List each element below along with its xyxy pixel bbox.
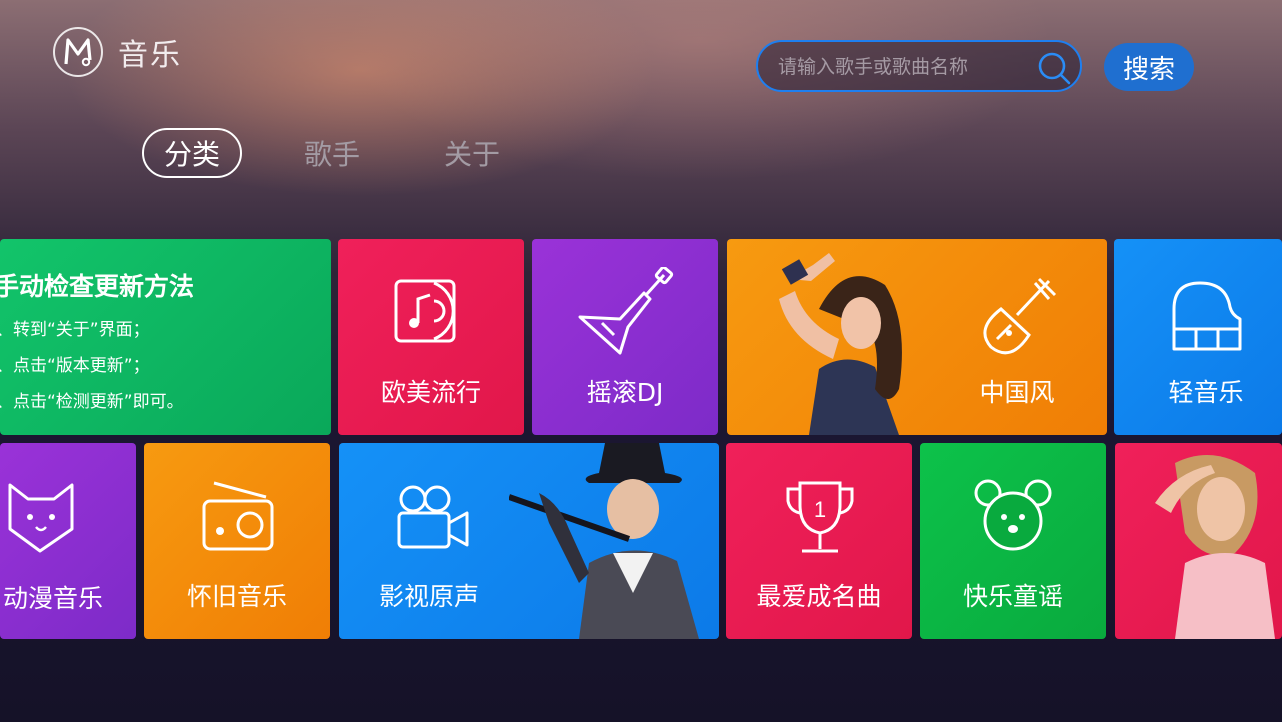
search-icon[interactable] bbox=[1036, 50, 1072, 86]
app-logo bbox=[53, 27, 103, 77]
piano-icon bbox=[1172, 281, 1242, 351]
notice-step-3: 、点击“检测更新”即可。 bbox=[0, 392, 184, 412]
category-label: 快乐童谣 bbox=[962, 582, 1063, 611]
movie-camera-icon bbox=[397, 485, 469, 549]
category-tile-rock-dj[interactable]: 摇滚DJ bbox=[532, 239, 718, 435]
category-label: 摇滚DJ bbox=[586, 378, 664, 407]
category-label: 最爱成名曲 bbox=[756, 582, 882, 611]
notice-step-1: 、转到“关于”界面； bbox=[0, 320, 150, 340]
search-input[interactable] bbox=[776, 42, 1020, 92]
tab-category[interactable]: 分类 bbox=[142, 128, 242, 178]
radio-icon bbox=[202, 481, 274, 551]
pipa-icon bbox=[983, 277, 1057, 355]
category-label: 怀旧音乐 bbox=[186, 582, 287, 611]
vinyl-record-icon bbox=[394, 279, 456, 343]
category-tile-western-pop[interactable]: 欧美流行 bbox=[338, 239, 524, 435]
tab-about[interactable]: 关于 bbox=[430, 128, 514, 178]
category-tile-female-singer[interactable] bbox=[1115, 443, 1282, 639]
music-logo-icon bbox=[64, 38, 92, 67]
category-tile-light-music[interactable]: 轻音乐 bbox=[1114, 239, 1282, 435]
female-singer-photo bbox=[1155, 455, 1275, 639]
category-tile-favorite-hits[interactable]: 1 最爱成名曲 bbox=[726, 443, 912, 639]
actor-photo bbox=[509, 443, 699, 639]
trophy-number: 1 bbox=[814, 497, 826, 522]
category-label: 中国风 bbox=[979, 378, 1055, 407]
search-box[interactable] bbox=[756, 40, 1082, 92]
category-tile-anime-music[interactable]: 动漫音乐 bbox=[0, 443, 136, 639]
category-label: 轻音乐 bbox=[1168, 378, 1244, 407]
notice-step-2: 、点击“版本更新”； bbox=[0, 356, 150, 376]
category-tile-nostalgic-music[interactable]: 怀旧音乐 bbox=[144, 443, 330, 639]
electric-guitar-icon bbox=[578, 267, 674, 355]
app-title: 音乐 bbox=[118, 38, 182, 73]
update-notice-tile[interactable]: 手动检查更新方法 、转到“关于”界面； 、点击“版本更新”； 、点击“检测更新”… bbox=[0, 239, 331, 435]
bear-face-icon bbox=[974, 479, 1052, 551]
cat-face-icon bbox=[8, 483, 74, 553]
search-button[interactable]: 搜索 bbox=[1104, 43, 1194, 91]
category-tile-children-songs[interactable]: 快乐童谣 bbox=[920, 443, 1106, 639]
category-label: 欧美流行 bbox=[380, 378, 481, 407]
tab-singer[interactable]: 歌手 bbox=[290, 128, 374, 178]
notice-title: 手动检查更新方法 bbox=[0, 272, 195, 301]
category-tile-chinese-style[interactable]: 中国风 bbox=[727, 239, 1107, 435]
trophy-icon: 1 bbox=[786, 481, 854, 553]
category-label: 影视原声 bbox=[378, 582, 479, 611]
category-tile-soundtrack[interactable]: 影视原声 bbox=[339, 443, 719, 639]
singer-photo bbox=[779, 253, 902, 435]
category-label: 动漫音乐 bbox=[2, 584, 103, 613]
